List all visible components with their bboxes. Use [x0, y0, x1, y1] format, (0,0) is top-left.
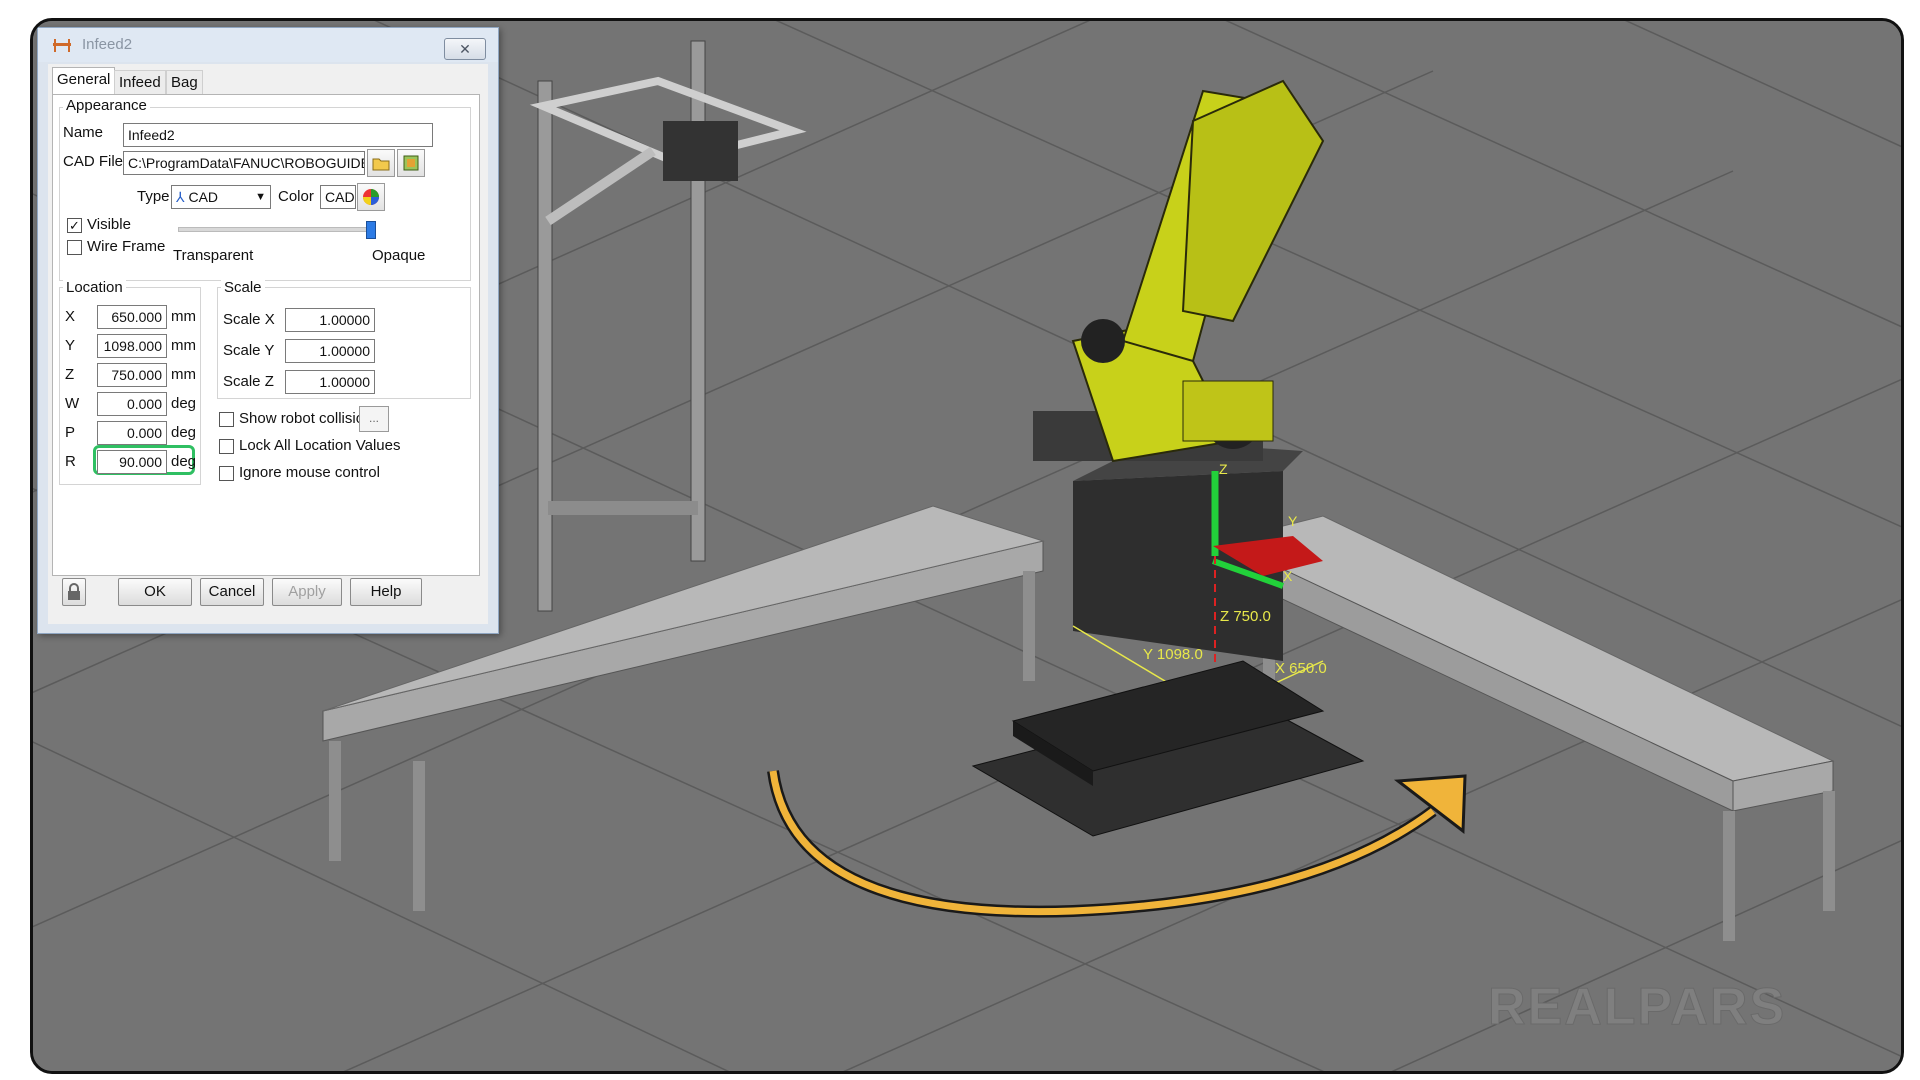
viewport-frame: REALPARS Z Y X Z 750.0 Y 1098.0 X 650.0 …: [30, 18, 1904, 1074]
slider-track: [178, 227, 376, 232]
color-picker-button[interactable]: [357, 183, 385, 211]
lock-location-checkbox[interactable]: [219, 439, 234, 454]
location-r-input[interactable]: 90.000: [97, 450, 167, 474]
scale-z-input[interactable]: 1.00000: [285, 370, 375, 394]
tab-bag[interactable]: Bag: [166, 70, 203, 95]
location-p-input[interactable]: 0.000: [97, 421, 167, 445]
show-collisions-checkbox[interactable]: [219, 412, 234, 427]
transparent-label: Transparent: [173, 247, 254, 264]
ok-button[interactable]: OK: [118, 578, 192, 606]
x-dimension-label: X 650.0: [1275, 660, 1327, 677]
color-wheel-icon: [363, 189, 379, 205]
y-axis-label: Y: [1288, 513, 1298, 529]
close-button[interactable]: ✕: [444, 38, 486, 60]
dialog-title: Infeed2: [82, 36, 133, 53]
lock-button[interactable]: [62, 578, 86, 606]
dialog-titlebar[interactable]: Infeed2 ✕: [38, 28, 498, 62]
color-cad-button[interactable]: CAD: [320, 185, 356, 209]
visible-checkbox[interactable]: ✓: [67, 218, 82, 233]
collisions-more-button[interactable]: ...: [359, 406, 389, 432]
chevron-down-icon: ▼: [255, 191, 266, 203]
appearance-group-label: Appearance: [63, 97, 150, 114]
cad-file-input[interactable]: C:\ProgramData\FANUC\ROBOGUIDE: [123, 151, 365, 175]
w-unit: deg: [171, 395, 197, 412]
location-y-input[interactable]: 1098.000: [97, 334, 167, 358]
folder-icon: [372, 158, 390, 171]
cad-library-button[interactable]: [397, 149, 425, 177]
z-dimension-label: Z 750.0: [1220, 608, 1271, 625]
dialog-client-area: General Infeed Bag Appearance Name Infee…: [48, 64, 488, 624]
cad-type-icon: ⅄: [176, 189, 189, 205]
checkmark-icon: ✓: [69, 218, 80, 233]
realpars-watermark: REALPARS: [1488, 978, 1786, 1036]
z-axis-label: Z: [1219, 461, 1228, 477]
color-label: Color: [278, 188, 314, 205]
z-unit: mm: [171, 366, 196, 383]
location-z-input[interactable]: 750.000: [97, 363, 167, 387]
r-unit: deg: [171, 453, 197, 470]
scale-x-label: Scale X: [223, 311, 275, 328]
opaque-label: Opaque: [372, 247, 426, 264]
name-input[interactable]: Infeed2: [123, 123, 433, 147]
tab-infeed[interactable]: Infeed: [114, 70, 166, 95]
x-axis-label: X: [1283, 568, 1293, 584]
ignore-mouse-checkbox[interactable]: [219, 466, 234, 481]
scale-x-input[interactable]: 1.00000: [285, 308, 375, 332]
scale-y-label: Scale Y: [223, 342, 275, 359]
y-dimension-label: Y 1098.0: [1143, 646, 1203, 663]
scale-y-input[interactable]: 1.00000: [285, 339, 375, 363]
close-icon: ✕: [459, 41, 471, 57]
r-axis-name: R: [65, 453, 76, 470]
w-axis-name: W: [65, 395, 80, 412]
wireframe-checkbox[interactable]: [67, 240, 82, 255]
scale-group-label: Scale: [221, 279, 265, 296]
tab-general[interactable]: General: [52, 67, 116, 95]
type-select-value: CAD: [188, 189, 219, 205]
location-group-label: Location: [63, 279, 126, 296]
y-unit: mm: [171, 337, 196, 354]
transparency-slider[interactable]: [178, 221, 378, 245]
type-select[interactable]: ⅄ CAD ▼: [171, 185, 271, 209]
x-axis-name: X: [65, 308, 76, 325]
location-w-input[interactable]: 0.000: [97, 392, 167, 416]
cad-file-label: CAD File: [63, 153, 124, 170]
z-axis-name: Z: [65, 366, 75, 383]
infeed-icon: [53, 39, 71, 52]
visible-label: Visible: [87, 216, 131, 233]
cancel-button[interactable]: Cancel: [200, 578, 264, 606]
lock-icon: [68, 583, 80, 600]
slider-thumb[interactable]: [366, 221, 376, 239]
ignore-mouse-label: Ignore mouse control: [239, 464, 380, 481]
p-unit: deg: [171, 424, 197, 441]
p-axis-name: P: [65, 424, 76, 441]
help-button[interactable]: Help: [350, 578, 422, 606]
library-icon: [403, 155, 419, 171]
y-axis-name: Y: [65, 337, 76, 354]
type-label: Type: [137, 188, 170, 205]
lock-location-label: Lock All Location Values: [239, 437, 401, 454]
general-tab-panel: Appearance Name Infeed2 CAD File C:\Prog…: [52, 94, 480, 576]
name-label: Name: [63, 124, 104, 141]
infeed-properties-dialog[interactable]: Infeed2 ✕ General Infeed Bag Appearance …: [37, 27, 499, 634]
browse-folder-button[interactable]: [367, 149, 395, 177]
scale-z-label: Scale Z: [223, 373, 274, 390]
location-x-input[interactable]: 650.000: [97, 305, 167, 329]
x-unit: mm: [171, 308, 196, 325]
apply-button[interactable]: Apply: [272, 578, 342, 606]
wireframe-label: Wire Frame: [87, 238, 166, 255]
